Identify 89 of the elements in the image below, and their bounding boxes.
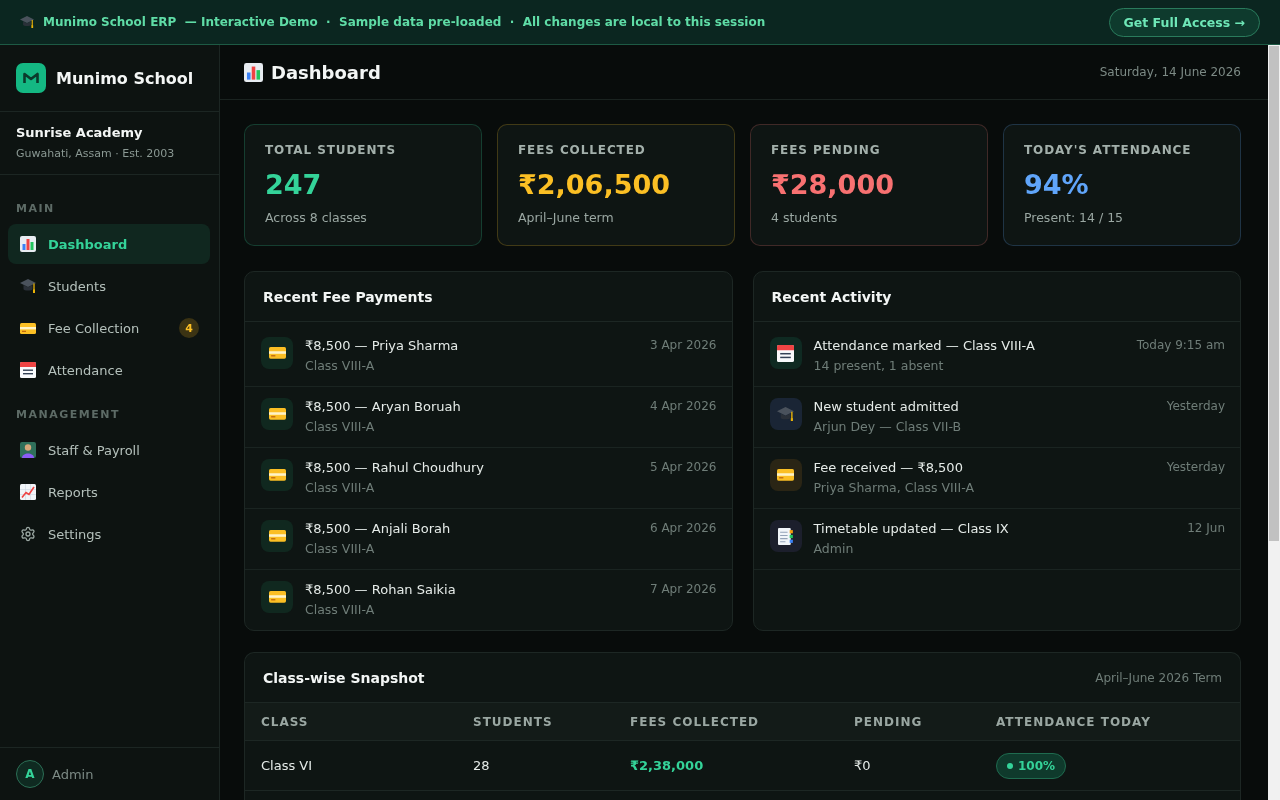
- page-title: Dashboard: [271, 61, 381, 83]
- activity-time: Yesterday: [1166, 398, 1225, 415]
- credit-card-icon: [261, 398, 293, 430]
- activity-title: Timetable updated — Class IX: [813, 520, 1010, 538]
- count-badge: 4: [179, 318, 199, 338]
- payment-class: Class VIII-A: [305, 418, 376, 436]
- nav-item[interactable]: Dashboard: [8, 224, 210, 264]
- gear-icon: [20, 526, 36, 542]
- activity-time: Today 9:15 am: [1136, 337, 1225, 354]
- activity-title: New student admitted: [813, 398, 960, 416]
- payment-date: 6 Apr 2026: [649, 520, 717, 537]
- payment-date: 7 Apr 2026: [649, 581, 717, 598]
- payment-title: ₹8,500 — Aryan Boruah: [305, 398, 462, 416]
- stat-value: 94%: [1024, 168, 1090, 202]
- credit-card-icon: [261, 459, 293, 491]
- activity-time: 12 Jun: [1187, 520, 1225, 537]
- column-header: CLASS: [261, 714, 309, 729]
- nav-item[interactable]: Staff & Payroll: [8, 430, 210, 470]
- term-label: April–June 2026 Term: [1095, 670, 1222, 685]
- nav-item[interactable]: Students: [8, 266, 210, 306]
- activity-detail: Priya Sharma, Class VIII-A: [813, 479, 975, 497]
- user-name: Admin: [52, 766, 94, 782]
- attendance-value: 100%: [1018, 758, 1056, 773]
- nav-item[interactable]: Attendance: [8, 350, 210, 390]
- bar-chart-icon: [20, 236, 36, 252]
- get-access-button[interactable]: Get Full Access →: [1108, 7, 1260, 37]
- panel-title: Recent Activity: [771, 288, 892, 305]
- payment-date: 4 Apr 2026: [649, 398, 717, 415]
- stat-value: ₹28,000: [771, 168, 895, 202]
- payment-class: Class VIII-A: [305, 479, 376, 497]
- column-header: ATTENDANCE TODAY: [996, 714, 1151, 729]
- table-cell: Class VI: [261, 758, 313, 773]
- stat-note: April–June term: [518, 209, 615, 227]
- status-dot-icon: [1007, 762, 1013, 769]
- panel-title: Recent Fee Payments: [263, 288, 433, 305]
- nav-item[interactable]: Fee Collection 4: [8, 308, 210, 348]
- banner-text: Munimo School ERP — Interactive Demo · Sample data pre-loaded · All changes are local to this session: [43, 15, 766, 29]
- nav-item[interactable]: Reports: [8, 472, 210, 512]
- current-date: Saturday, 14 June 2026: [1099, 65, 1241, 79]
- activity-detail: Arjun Dey — Class VII-B: [813, 418, 963, 436]
- school-location: Guwahati, Assam · Est. 2003: [16, 146, 176, 162]
- stat-label: TODAY'S ATTENDANCE: [1024, 142, 1193, 158]
- stat-value: 247: [265, 168, 323, 202]
- stat-value: ₹2,06,500: [518, 168, 672, 202]
- brand-name: Munimo School: [56, 68, 194, 88]
- bar-chart-icon: [244, 62, 263, 82]
- graduation-cap-icon: [20, 279, 36, 293]
- calendar-icon: [20, 362, 36, 378]
- user-avatar: A: [16, 760, 44, 788]
- activity-title: Fee received — ₹8,500: [813, 459, 964, 477]
- credit-card-icon: [261, 337, 293, 369]
- table-cell: 28: [473, 758, 490, 773]
- payment-title: ₹8,500 — Priya Sharma: [305, 337, 460, 355]
- payment-title: ₹8,500 — Anjali Borah: [305, 520, 452, 538]
- nav-item[interactable]: Settings: [8, 514, 210, 554]
- stat-label: TOTAL STUDENTS: [265, 142, 397, 158]
- section-label: MAIN: [16, 202, 55, 216]
- table-cell: ₹2,38,000: [630, 758, 704, 773]
- graduation-cap-icon: [20, 15, 34, 29]
- payment-class: Class VIII-A: [305, 357, 376, 375]
- payment-title: ₹8,500 — Rahul Choudhury: [305, 459, 485, 477]
- payment-class: Class VIII-A: [305, 540, 376, 558]
- activity-detail: 14 present, 1 absent: [813, 357, 945, 375]
- payment-class: Class VIII-A: [305, 601, 376, 619]
- stat-note: 4 students: [771, 209, 839, 227]
- payment-date: 5 Apr 2026: [649, 459, 717, 476]
- credit-card-icon: [261, 520, 293, 552]
- column-header: PENDING: [854, 714, 923, 729]
- stat-note: Present: 14 / 15: [1024, 209, 1125, 227]
- person-icon: [20, 442, 36, 458]
- stat-label: FEES COLLECTED: [518, 142, 647, 158]
- credit-card-icon: [261, 581, 293, 613]
- school-name: Sunrise Academy: [16, 124, 144, 142]
- payment-title: ₹8,500 — Rohan Saikia: [305, 581, 457, 599]
- table-cell: ₹0: [854, 758, 871, 773]
- stat-note: Across 8 classes: [265, 209, 368, 227]
- line-chart-icon: [20, 484, 36, 500]
- column-header: FEES COLLECTED: [630, 714, 760, 729]
- stat-label: FEES PENDING: [771, 142, 882, 158]
- activity-detail: Admin: [813, 540, 855, 558]
- credit-card-icon: [20, 322, 36, 334]
- activity-time: Yesterday: [1166, 459, 1225, 476]
- payment-date: 3 Apr 2026: [649, 337, 717, 354]
- scrollbar-thumb[interactable]: [1269, 46, 1279, 541]
- logo-icon: [16, 63, 46, 93]
- panel-title: Class-wise Snapshot: [263, 669, 425, 686]
- column-header: STUDENTS: [473, 714, 553, 729]
- activity-title: Attendance marked — Class VIII-A: [813, 337, 1036, 355]
- section-label: MANAGEMENT: [16, 408, 120, 422]
